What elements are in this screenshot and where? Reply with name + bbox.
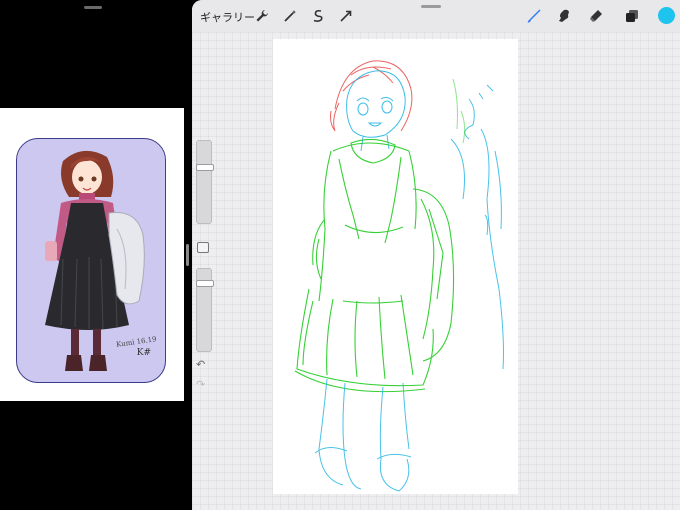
split-view-divider[interactable] (186, 244, 189, 266)
multitasking-handle[interactable] (84, 6, 102, 9)
color-swatch[interactable] (658, 7, 676, 25)
reference-illustration (45, 150, 145, 371)
brush-size-slider[interactable] (196, 140, 214, 224)
sketch-green-coat-strokes (452, 78, 466, 144)
layers-icon[interactable] (624, 8, 640, 24)
sketch-green-body (294, 138, 455, 393)
opacity-slider[interactable] (196, 268, 214, 352)
reference-pane: Kumi 16.19 K# (0, 0, 187, 510)
app-top-handle[interactable] (421, 5, 441, 8)
reference-signature-mark: K# (136, 348, 151, 358)
sketch-blue-legs (314, 378, 412, 492)
sketch-blue-coat (450, 84, 504, 370)
brush-icon[interactable] (526, 8, 542, 24)
magic-wand-icon[interactable] (282, 8, 298, 24)
reference-image: Kumi 16.19 K# (0, 108, 184, 401)
wrench-icon[interactable] (254, 8, 270, 24)
brush-size-thumb[interactable] (196, 163, 214, 171)
gallery-button[interactable]: ギャラリー (200, 9, 255, 25)
undo-icon[interactable]: ↶ (196, 358, 205, 371)
smudge-icon[interactable] (556, 8, 572, 24)
active-color-indicator (658, 7, 675, 24)
eraser-icon[interactable] (588, 8, 604, 24)
drawing-canvas[interactable] (273, 39, 518, 494)
sketch-blue-head (346, 70, 406, 152)
opacity-thumb[interactable] (196, 280, 214, 288)
brush-sidebar: ↶ ↷ (196, 108, 214, 398)
reference-frame: Kumi 16.19 K# (16, 138, 166, 383)
transform-icon[interactable] (338, 8, 354, 24)
selection-icon[interactable] (310, 8, 326, 24)
redo-icon[interactable]: ↷ (196, 378, 205, 391)
canvas-area[interactable] (192, 32, 680, 510)
square-modify-icon[interactable] (197, 242, 209, 253)
sketch-drawing (294, 60, 504, 492)
top-toolbar: ギャラリー (192, 0, 680, 32)
drawing-app: ギャラリー ↶ ↷ (192, 0, 680, 510)
